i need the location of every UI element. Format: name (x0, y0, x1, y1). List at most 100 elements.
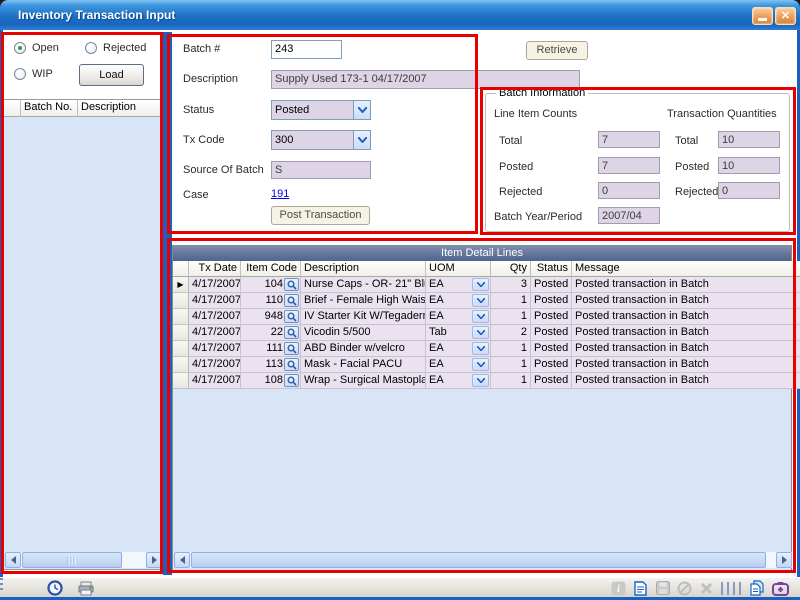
row-selector[interactable] (173, 293, 189, 309)
cell-item-code[interactable]: 948 (241, 309, 301, 325)
source-of-batch-input[interactable]: S (271, 161, 371, 179)
cell-qty[interactable]: 1 (491, 357, 531, 373)
batch-list[interactable]: Batch No. Description (3, 99, 163, 570)
cell-message[interactable]: Posted transaction in Batch (572, 341, 800, 357)
cell-item-code[interactable]: 113 (241, 357, 301, 373)
cell-message[interactable]: Posted transaction in Batch (572, 357, 800, 373)
grid-hscrollbar[interactable] (174, 552, 792, 568)
cell-status[interactable]: Posted (531, 309, 572, 325)
cell-status[interactable]: Posted (531, 357, 572, 373)
scroll-right-button[interactable] (146, 552, 162, 568)
scroll-right-button[interactable] (776, 552, 792, 568)
item-detail-grid[interactable]: Item Detail Lines Tx Date Item Code Desc… (172, 245, 792, 571)
cell-tx-date[interactable]: 4/17/2007 (189, 309, 241, 325)
row-selector[interactable] (173, 357, 189, 373)
cell-tx-date[interactable]: 4/17/2007 (189, 341, 241, 357)
cell-tx-date[interactable]: 4/17/2007 (189, 277, 241, 293)
radio-open[interactable] (14, 42, 26, 54)
uom-dropdown-button[interactable] (472, 310, 489, 323)
cell-description[interactable]: Vicodin 5/500 (301, 325, 426, 341)
cell-message[interactable]: Posted transaction in Batch (572, 293, 800, 309)
detail-row[interactable]: 4/17/2007113Mask - Facial PACUEA1PostedP… (173, 357, 800, 373)
cell-uom[interactable]: EA (426, 309, 491, 325)
col-item-code[interactable]: Item Code (241, 261, 301, 277)
detail-row[interactable]: 4/17/2007110Brief - Female High Waist Si… (173, 293, 800, 309)
item-lookup-button[interactable] (284, 278, 299, 291)
cell-tx-date[interactable]: 4/17/2007 (189, 357, 241, 373)
cell-qty[interactable]: 1 (491, 341, 531, 357)
batch-number-input[interactable]: 243 (271, 40, 342, 59)
status-combobox[interactable]: Posted (271, 100, 371, 120)
item-lookup-button[interactable] (284, 374, 299, 387)
cell-tx-date[interactable]: 4/17/2007 (189, 373, 241, 389)
uom-dropdown-button[interactable] (472, 278, 489, 291)
cell-status[interactable]: Posted (531, 277, 572, 293)
col-uom[interactable]: UOM (426, 261, 491, 277)
radio-rejected[interactable] (85, 42, 97, 54)
cell-uom[interactable]: EA (426, 277, 491, 293)
detail-row[interactable]: ▶4/17/2007104Nurse Caps - OR- 21" BlueEA… (173, 277, 800, 293)
detail-row[interactable]: 4/17/200722Vicodin 5/500Tab2PostedPosted… (173, 325, 800, 341)
cell-description[interactable]: IV Starter Kit W/Tegaderm, (301, 309, 426, 325)
cell-uom[interactable]: Tab (426, 325, 491, 341)
minimize-button[interactable] (752, 7, 773, 25)
col-qty[interactable]: Qty (491, 261, 531, 277)
cell-uom[interactable]: EA (426, 341, 491, 357)
cell-message[interactable]: Posted transaction in Batch (572, 373, 800, 389)
print-icon[interactable] (78, 580, 95, 596)
cell-item-code[interactable]: 22 (241, 325, 301, 341)
cell-description[interactable]: Mask - Facial PACU (301, 357, 426, 373)
radio-wip[interactable] (14, 68, 26, 80)
cell-uom[interactable]: EA (426, 373, 491, 389)
cell-item-code[interactable]: 111 (241, 341, 301, 357)
cell-tx-date[interactable]: 4/17/2007 (189, 293, 241, 309)
current-row-selector[interactable]: ▶ (173, 277, 189, 293)
cell-description[interactable]: Nurse Caps - OR- 21" Blue (301, 277, 426, 293)
tx-code-dropdown-button[interactable] (353, 131, 370, 149)
row-selector[interactable] (173, 373, 189, 389)
detail-row[interactable]: 4/17/2007111ABD Binder w/velcroEA1 Posted… (173, 341, 800, 357)
uom-dropdown-button[interactable] (472, 342, 489, 355)
case-link[interactable]: 191 (271, 188, 289, 200)
retrieve-button[interactable]: Retrieve (526, 41, 588, 60)
panel-splitter[interactable] (163, 32, 172, 575)
medical-case-icon[interactable] (772, 580, 789, 596)
row-selector[interactable] (173, 325, 189, 341)
row-selector[interactable] (173, 341, 189, 357)
item-lookup-button[interactable] (284, 358, 299, 371)
copy-icon[interactable] (748, 580, 765, 596)
cell-item-code[interactable]: 110 (241, 293, 301, 309)
uom-dropdown-button[interactable] (472, 358, 489, 371)
cell-uom[interactable]: EA (426, 293, 491, 309)
cell-item-code[interactable]: 108 (241, 373, 301, 389)
cell-item-code[interactable]: 104 (241, 277, 301, 293)
col-message[interactable]: Message (572, 261, 800, 277)
cell-description[interactable]: ABD Binder w/velcro (301, 341, 426, 357)
row-selector[interactable] (173, 309, 189, 325)
post-transaction-button[interactable]: Post Transaction (271, 206, 370, 225)
cell-qty[interactable]: 1 (491, 309, 531, 325)
title-bar[interactable]: Inventory Transaction Input ✕ (0, 0, 800, 30)
cell-uom[interactable]: EA (426, 357, 491, 373)
detail-row[interactable]: 4/17/2007108Wrap - Surgical MastoplastyE… (173, 373, 800, 389)
item-lookup-button[interactable] (284, 310, 299, 323)
batch-list-col-description[interactable]: Description (78, 100, 163, 117)
cell-qty[interactable]: 1 (491, 293, 531, 309)
item-lookup-button[interactable] (284, 294, 299, 307)
scroll-left-button[interactable] (174, 552, 190, 568)
scrollbar-thumb[interactable] (22, 552, 122, 568)
col-tx-date[interactable]: Tx Date (189, 261, 241, 277)
load-button[interactable]: Load (79, 64, 144, 86)
cell-tx-date[interactable]: 4/17/2007 (189, 325, 241, 341)
uom-dropdown-button[interactable] (472, 374, 489, 387)
detail-row[interactable]: 4/17/2007948IV Starter Kit W/Tegaderm,EA… (173, 309, 800, 325)
uom-dropdown-button[interactable] (472, 294, 489, 307)
cell-message[interactable]: Posted transaction in Batch (572, 309, 800, 325)
batch-list-hscrollbar[interactable] (5, 552, 162, 568)
cell-qty[interactable]: 2 (491, 325, 531, 341)
cell-description[interactable]: Brief - Female High Waist Si (301, 293, 426, 309)
close-button[interactable]: ✕ (775, 7, 796, 25)
cell-qty[interactable]: 1 (491, 373, 531, 389)
item-lookup-button[interactable] (284, 342, 299, 355)
cell-status[interactable]: Posted (531, 293, 572, 309)
